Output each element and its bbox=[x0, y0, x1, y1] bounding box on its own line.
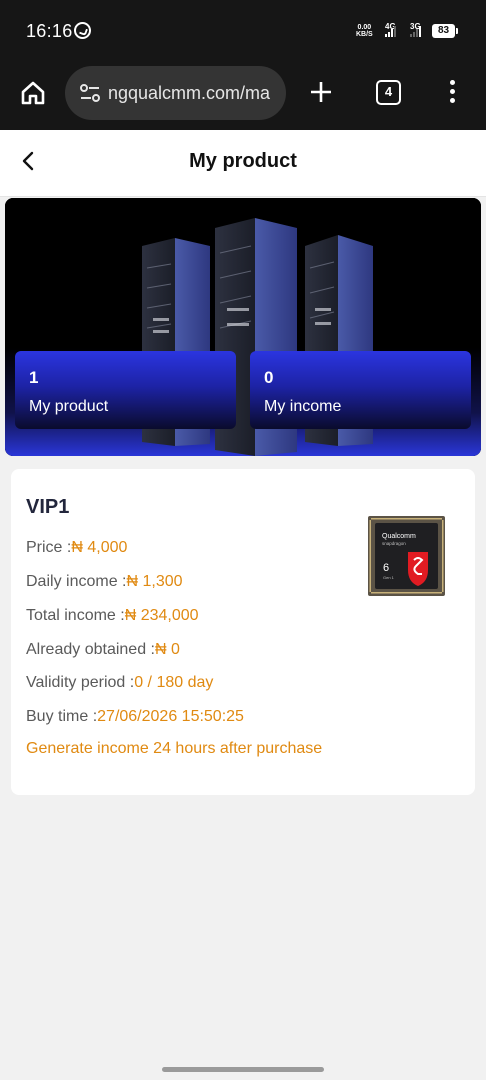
net-speed-value: 0.00 bbox=[357, 24, 372, 31]
network-speed: 0.00 KB/S bbox=[356, 24, 373, 38]
url-text[interactable]: ngqualcmm.com/ma bbox=[108, 83, 270, 104]
already-obtained-row: Already obtained :₦ 0 bbox=[26, 641, 180, 659]
buy-time-row: Buy time :27/06/2026 15:50:25 bbox=[26, 708, 244, 726]
my-income-value: 0 bbox=[264, 368, 274, 387]
tab-switcher-button[interactable]: 4 bbox=[376, 80, 401, 105]
daily-income-value: ₦ 1,300 bbox=[126, 573, 183, 590]
price-label: Price : bbox=[26, 539, 72, 556]
signal-bars-2-icon bbox=[410, 26, 421, 37]
my-income-stat[interactable]: 0 My income bbox=[250, 351, 471, 429]
validity-period-row: Validity period :0 / 180 day bbox=[26, 674, 213, 692]
daily-income-label: Daily income : bbox=[26, 573, 127, 590]
price-row: Price :₦ 4,000 bbox=[26, 539, 127, 557]
browser-toolbar: ngqualcmm.com/ma 4 bbox=[0, 62, 486, 130]
price-value: ₦ 4,000 bbox=[71, 539, 128, 556]
validity-period-value: 0 / 180 day bbox=[134, 674, 214, 691]
chip-number: 6 bbox=[383, 562, 389, 574]
total-income-row: Total income :₦ 234,000 bbox=[26, 607, 199, 625]
my-income-label: My income bbox=[264, 398, 342, 415]
my-product-label: My product bbox=[29, 398, 109, 415]
status-bar: 16:16 0.00 KB/S 4G 3G 83 bbox=[0, 0, 486, 62]
income-note: Generate income 24 hours after purchase bbox=[26, 740, 323, 757]
battery-icon: 83 bbox=[432, 24, 458, 38]
site-settings-icon[interactable] bbox=[79, 83, 101, 103]
product-name: VIP1 bbox=[26, 496, 70, 518]
home-icon[interactable] bbox=[20, 80, 46, 106]
app-header: My product bbox=[0, 130, 486, 197]
status-time: 16:16 bbox=[26, 21, 73, 41]
page-title: My product bbox=[189, 150, 297, 172]
chip-sub: snapdragon bbox=[382, 541, 406, 546]
chip-gen: Gen 1 bbox=[383, 575, 395, 580]
already-obtained-label: Already obtained : bbox=[26, 641, 155, 658]
validity-period-label: Validity period : bbox=[26, 674, 135, 691]
new-tab-icon[interactable] bbox=[309, 80, 333, 104]
total-income-label: Total income : bbox=[26, 607, 125, 624]
snapdragon-chip-image: Qualcomm snapdragon 6 Gen 1 bbox=[368, 516, 445, 596]
already-obtained-value: ₦ 0 bbox=[154, 641, 180, 658]
overflow-menu-icon[interactable] bbox=[450, 80, 456, 106]
my-product-stat[interactable]: 1 My product bbox=[15, 351, 236, 429]
my-product-count: 1 bbox=[29, 368, 39, 387]
daily-income-row: Daily income :₦ 1,300 bbox=[26, 573, 183, 591]
server-banner: 1 My product 0 My income bbox=[5, 198, 481, 456]
chip-brand: Qualcomm bbox=[382, 533, 416, 540]
signal-bars-1-icon bbox=[385, 26, 396, 37]
gesture-bar[interactable] bbox=[162, 1067, 324, 1072]
product-card: VIP1 Price :₦ 4,000 Daily income :₦ 1,30… bbox=[11, 469, 475, 795]
buy-time-label: Buy time : bbox=[26, 708, 98, 725]
buy-time-value: 27/06/2026 15:50:25 bbox=[97, 708, 244, 725]
total-income-value: ₦ 234,000 bbox=[124, 607, 199, 624]
net-speed-unit: KB/S bbox=[356, 31, 373, 38]
url-bar[interactable]: ngqualcmm.com/ma bbox=[65, 66, 286, 120]
whatsapp-icon bbox=[74, 22, 91, 39]
